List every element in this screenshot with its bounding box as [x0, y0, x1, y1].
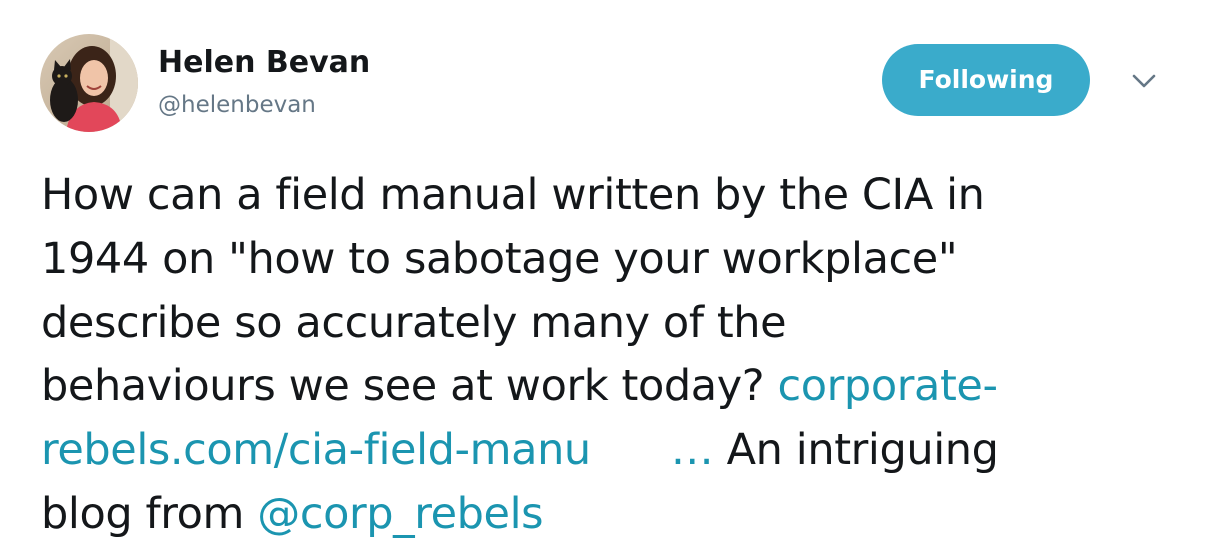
chevron-down-icon	[1132, 74, 1156, 88]
link-ellipsis[interactable]: …	[671, 425, 714, 475]
tweet-line: describe so accurately many of the	[41, 297, 787, 348]
user-handle[interactable]: @helenbevan	[158, 89, 316, 121]
tweet-text: How can a field manual written by the CI…	[41, 164, 1171, 547]
tweet-line: 1944 on "how to sabotage your workplace"	[41, 233, 958, 284]
display-name[interactable]: Helen Bevan	[158, 43, 370, 83]
avatar-image	[40, 34, 138, 132]
following-button[interactable]: Following	[882, 44, 1090, 116]
article-link-continued[interactable]: rebels.com/cia-field-manu	[41, 425, 591, 475]
tweet-line: blog from @corp_rebels	[41, 483, 1171, 547]
more-options-button[interactable]	[1126, 66, 1162, 96]
tweet-line-text: An intriguing	[713, 425, 999, 476]
tweet-line: rebels.com/cia-field-manu … An intriguing	[41, 419, 1171, 483]
tweet-line-text: blog from	[41, 488, 258, 539]
tweet-line: How can a field manual written by the CI…	[41, 170, 985, 220]
article-link[interactable]: corporate-	[778, 361, 998, 411]
tweet-line-text: behaviours we see at work today?	[41, 361, 778, 412]
tweet-card: Helen Bevan @helenbevan Following How ca…	[0, 0, 1208, 549]
avatar[interactable]	[40, 34, 138, 132]
mention-link[interactable]: @corp_rebels	[257, 489, 543, 539]
tweet-line: behaviours we see at work today? corpora…	[41, 355, 1171, 419]
